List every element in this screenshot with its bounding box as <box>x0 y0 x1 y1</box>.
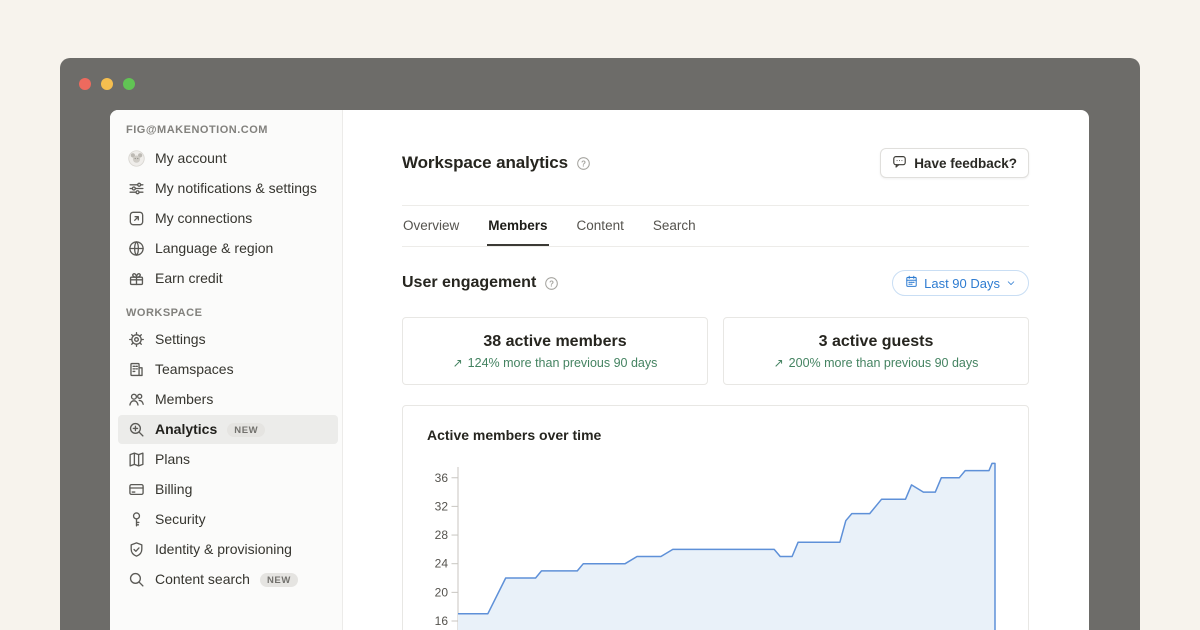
settings-sidebar: FIG@MAKENOTION.COM My account My notific… <box>110 110 343 630</box>
sidebar-item-language-region[interactable]: Language & region <box>118 234 338 263</box>
help-icon[interactable]: ? <box>544 276 559 291</box>
settings-panel: FIG@MAKENOTION.COM My account My notific… <box>110 110 1089 630</box>
gift-icon <box>128 270 145 287</box>
shield-check-icon <box>128 541 145 558</box>
feedback-button-label: Have feedback? <box>914 156 1017 171</box>
trend-up-icon: ↗ <box>774 357 784 369</box>
stat-card: 3 active guests ↗ 200% more than previou… <box>723 317 1029 385</box>
map-icon <box>128 451 145 468</box>
sidebar-item-identity-provisioning[interactable]: Identity & provisioning <box>118 535 338 564</box>
chevron-down-icon <box>1006 276 1016 291</box>
sidebar-item-earn-credit[interactable]: Earn credit <box>118 264 338 293</box>
svg-text:24: 24 <box>435 557 449 571</box>
analytics-tabs: Overview Members Content Search <box>402 205 1029 247</box>
sidebar-item-my-connections[interactable]: My connections <box>118 204 338 233</box>
engagement-title-text: User engagement <box>402 274 536 292</box>
feedback-bubble-icon <box>892 154 907 172</box>
svg-text:20: 20 <box>435 585 449 599</box>
page-background: FIG@MAKENOTION.COM My account My notific… <box>0 0 1200 630</box>
sidebar-item-label: My notifications & settings <box>155 178 317 199</box>
date-range-dropdown[interactable]: Last 90 Days <box>892 270 1029 296</box>
sidebar-item-security[interactable]: Security <box>118 505 338 534</box>
sidebar-item-label: Teamspaces <box>155 359 234 380</box>
app-window: FIG@MAKENOTION.COM My account My notific… <box>60 58 1140 630</box>
workspace-nav: Settings Teamspaces Members Analytics NE… <box>110 325 342 594</box>
tab-members[interactable]: Members <box>487 218 548 246</box>
sidebar-item-label: Billing <box>155 479 192 500</box>
sidebar-item-label: My account <box>155 148 227 169</box>
new-badge: NEW <box>227 423 265 437</box>
people-icon <box>128 391 145 408</box>
sidebar-item-teamspaces[interactable]: Teamspaces <box>118 355 338 384</box>
engagement-header: User engagement ? Last 90 Days <box>402 270 1029 296</box>
gear-icon <box>128 331 145 348</box>
magnifier-plus-icon <box>128 421 145 438</box>
globe-icon <box>128 240 145 257</box>
sidebar-item-label: Identity & provisioning <box>155 539 292 560</box>
key-icon <box>128 511 145 528</box>
analytics-main: Workspace analytics ? Have feedback? Ove… <box>343 110 1089 630</box>
have-feedback-button[interactable]: Have feedback? <box>880 148 1029 178</box>
tab-overview[interactable]: Overview <box>402 218 460 246</box>
engagement-section-title: User engagement ? <box>402 274 559 292</box>
stat-card-delta-text: 200% more than previous 90 days <box>789 356 979 370</box>
svg-text:32: 32 <box>435 499 449 513</box>
page-title-text: Workspace analytics <box>402 153 568 173</box>
svg-text:?: ? <box>581 159 586 168</box>
sliders-icon <box>128 180 145 197</box>
page-title: Workspace analytics ? <box>402 153 591 173</box>
sidebar-item-label: Security <box>155 509 206 530</box>
window-titlebar <box>60 58 1140 110</box>
svg-text:28: 28 <box>435 528 449 542</box>
zoom-window-button[interactable] <box>123 78 135 90</box>
tab-search[interactable]: Search <box>652 218 697 246</box>
sidebar-item-billing[interactable]: Billing <box>118 475 338 504</box>
search-icon <box>128 571 145 588</box>
calendar-icon <box>905 275 918 291</box>
close-window-button[interactable] <box>79 78 91 90</box>
main-header: Workspace analytics ? Have feedback? <box>402 148 1029 178</box>
stat-card: 38 active members ↗ 124% more than previ… <box>402 317 708 385</box>
stat-card-title: 38 active members <box>483 333 626 351</box>
sidebar-item-label: Earn credit <box>155 268 223 289</box>
sidebar-item-content-search[interactable]: Content search NEW <box>118 565 338 594</box>
minimize-window-button[interactable] <box>101 78 113 90</box>
active-members-area-chart: 36 32 28 24 20 16 <box>427 457 1004 630</box>
sidebar-item-settings[interactable]: Settings <box>118 325 338 354</box>
new-badge: NEW <box>260 573 298 587</box>
credit-card-icon <box>128 481 145 498</box>
trend-up-icon: ↗ <box>453 357 463 369</box>
sidebar-item-label: Content search <box>155 569 250 590</box>
sidebar-item-label: Language & region <box>155 238 273 259</box>
help-icon[interactable]: ? <box>576 156 591 171</box>
sidebar-item-my-account[interactable]: My account <box>118 144 338 173</box>
stat-card-delta: ↗ 200% more than previous 90 days <box>774 356 979 370</box>
avatar-icon <box>128 150 145 167</box>
sidebar-item-label: My connections <box>155 208 252 229</box>
svg-text:36: 36 <box>435 471 449 485</box>
sidebar-item-my-notifications-settings[interactable]: My notifications & settings <box>118 174 338 203</box>
account-email-label: FIG@MAKENOTION.COM <box>110 124 342 136</box>
building-icon <box>128 361 145 378</box>
sidebar-item-analytics[interactable]: Analytics NEW <box>118 415 338 444</box>
stat-card-delta: ↗ 124% more than previous 90 days <box>453 356 658 370</box>
stat-cards-row: 38 active members ↗ 124% more than previ… <box>402 317 1029 385</box>
svg-text:?: ? <box>549 279 554 288</box>
stat-card-title: 3 active guests <box>819 333 934 351</box>
svg-text:16: 16 <box>435 614 449 628</box>
workspace-section-heading: WORKSPACE <box>110 307 342 319</box>
date-range-label: Last 90 Days <box>924 276 1000 291</box>
sidebar-item-label: Analytics <box>155 419 217 440</box>
sidebar-item-label: Plans <box>155 449 190 470</box>
sidebar-item-members[interactable]: Members <box>118 385 338 414</box>
stat-card-delta-text: 124% more than previous 90 days <box>468 356 658 370</box>
account-nav: My account My notifications & settings M… <box>110 144 342 293</box>
sidebar-item-label: Settings <box>155 329 206 350</box>
chart-title: Active members over time <box>427 427 1004 443</box>
sidebar-item-plans[interactable]: Plans <box>118 445 338 474</box>
arrow-up-right-box-icon <box>128 210 145 227</box>
sidebar-item-label: Members <box>155 389 213 410</box>
active-members-chart-card: Active members over time 36 32 28 24 20 16 <box>402 405 1029 630</box>
tab-content[interactable]: Content <box>576 218 625 246</box>
